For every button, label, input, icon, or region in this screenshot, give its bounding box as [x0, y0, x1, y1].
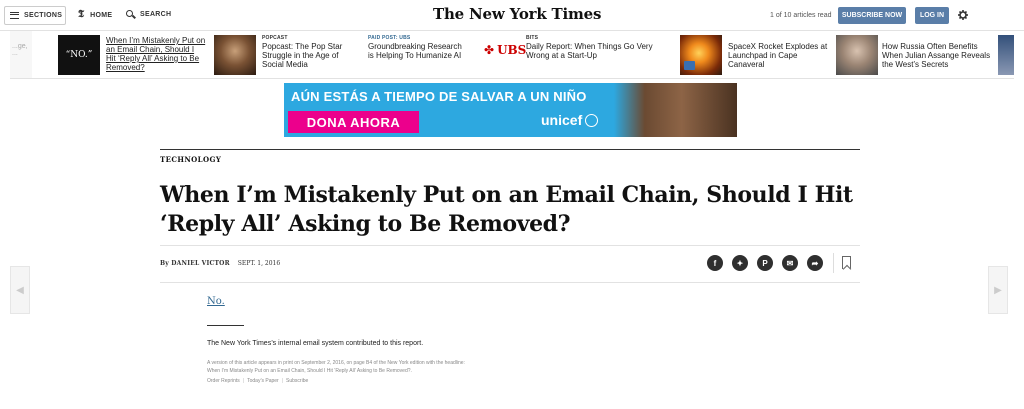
masthead-bar: SECTIONS 𝕿 HOME SEARCH The New York Time…: [0, 0, 1024, 31]
nyt-t-icon: 𝕿: [78, 9, 85, 20]
print-version-note: A version of this article appears in pri…: [207, 359, 607, 375]
search-icon: [126, 10, 135, 19]
unicef-ad-banner[interactable]: AÚN ESTÁS A TIEMPO DE SALVAR A UN NIÑO D…: [284, 83, 737, 137]
articles-read-counter: 1 of 10 articles read: [770, 12, 832, 19]
ubs-logo: ✤ UBS: [484, 43, 526, 57]
byline-rule: [160, 282, 860, 283]
bookmark-icon[interactable]: [842, 256, 851, 269]
ribbon-item-title[interactable]: How Russia Often Benefits When Julian As…: [882, 42, 994, 69]
ribbon-item-assange[interactable]: How Russia Often Benefits When Julian As…: [836, 35, 996, 77]
ribbon-next-edge[interactable]: [998, 35, 1014, 75]
home-label: HOME: [90, 11, 113, 19]
article-footer-links: Order Reprints | Today’s Paper | Subscri…: [207, 378, 308, 384]
unicef-wordmark: unicef: [541, 112, 583, 128]
ribbon-thumbnail: “NO.”: [58, 35, 100, 75]
publish-date: SEPT. 1, 2016: [237, 260, 281, 267]
ribbon-item-bits[interactable]: BITS Daily Report: When Things Go Very W…: [526, 35, 676, 77]
sections-button[interactable]: SECTIONS: [4, 6, 66, 25]
print-note-headline: When I’m Mistakenly Put on an Email Chai…: [207, 368, 412, 374]
ribbon-item-current[interactable]: “NO.” When I’m Mistakenly Put on an Emai…: [58, 35, 208, 77]
ribbon-thumbnail: [214, 35, 256, 75]
ribbon-item-spacex[interactable]: SpaceX Rocket Explodes at Launchpad in C…: [680, 35, 835, 77]
unicef-logo: unicef: [541, 112, 599, 128]
search-label: SEARCH: [140, 11, 172, 18]
search-button[interactable]: SEARCH: [126, 10, 171, 19]
share-divider: [833, 253, 834, 273]
contribution-note: The New York Times’s internal email syst…: [207, 340, 424, 347]
headline-rule: [160, 245, 860, 246]
author-byline[interactable]: By DANIEL VICTOR: [160, 260, 230, 267]
ribbon-item-title[interactable]: Daily Report: When Things Go Very Wrong …: [526, 42, 661, 60]
ad-donate-button[interactable]: DONA AHORA: [288, 111, 419, 133]
facebook-icon[interactable]: f: [707, 255, 723, 271]
ribbon-item-title[interactable]: SpaceX Rocket Explodes at Launchpad in C…: [728, 42, 833, 69]
section-rule: [160, 149, 860, 150]
ribbon-item-kicker: BITS: [526, 35, 539, 41]
body-end-rule: [207, 325, 244, 326]
ubs-keys-icon: ✤: [484, 43, 495, 57]
ad-headline: AÚN ESTÁS A TIEMPO DE SALVAR A UN NIÑO: [291, 89, 587, 104]
pinterest-icon[interactable]: P: [757, 255, 773, 271]
twitter-icon[interactable]: ✦: [732, 255, 748, 271]
sections-label: SECTIONS: [24, 12, 63, 19]
previous-article-arrow[interactable]: ◀: [10, 266, 30, 314]
article-headline: When I’m Mistakenly Put on an Email Chai…: [160, 182, 853, 237]
login-button[interactable]: LOG IN: [915, 7, 949, 24]
ribbon-thumbnail: [836, 35, 878, 75]
link-separator: |: [242, 378, 245, 384]
print-note-line: A version of this article appears in pri…: [207, 360, 465, 366]
share-tools: f ✦ P ✉ ➦: [707, 255, 823, 271]
video-icon: [684, 61, 695, 70]
link-separator: |: [281, 378, 284, 384]
ribbon-item-popcast[interactable]: POPCAST Popcast: The Pop Star Struggle i…: [214, 35, 364, 77]
byline: By DANIEL VICTOR SEPT. 1, 2016: [160, 260, 280, 267]
todays-paper-link[interactable]: Today’s Paper: [247, 378, 279, 384]
share-icon[interactable]: ➦: [807, 255, 823, 271]
gear-icon[interactable]: [958, 10, 968, 20]
order-reprints-link[interactable]: Order Reprints: [207, 378, 240, 384]
ribbon-item-kicker: POPCAST: [262, 35, 288, 41]
ribbon-item-kicker: PAID POST: UBS: [368, 35, 411, 41]
hamburger-icon: [10, 12, 19, 19]
subscribe-button[interactable]: SUBSCRIBE NOW: [838, 7, 906, 24]
next-article-arrow[interactable]: ▶: [988, 266, 1008, 314]
home-link[interactable]: 𝕿 HOME: [78, 10, 112, 20]
story-ribbon: ...ge, ... “NO.” When I’m Mistakenly Put…: [10, 31, 1014, 79]
ribbon-item-title[interactable]: Popcast: The Pop Star Struggle in the Ag…: [262, 42, 362, 69]
ad-photo: [614, 83, 737, 137]
email-icon[interactable]: ✉: [782, 255, 798, 271]
unicef-globe-icon: [585, 113, 599, 127]
nyt-logo[interactable]: The New York Times: [433, 5, 601, 23]
ribbon-prev-edge[interactable]: ...ge, ...: [10, 31, 32, 78]
subscribe-link[interactable]: Subscribe: [286, 378, 308, 384]
ubs-brand: UBS: [497, 43, 527, 57]
ribbon-item-title[interactable]: When I’m Mistakenly Put on an Email Chai…: [106, 36, 206, 72]
ribbon-item-title[interactable]: Groundbreaking Research is Helping To Hu…: [368, 42, 468, 60]
section-kicker[interactable]: TECHNOLOGY: [160, 155, 221, 164]
article-body-link[interactable]: No.: [207, 296, 225, 307]
